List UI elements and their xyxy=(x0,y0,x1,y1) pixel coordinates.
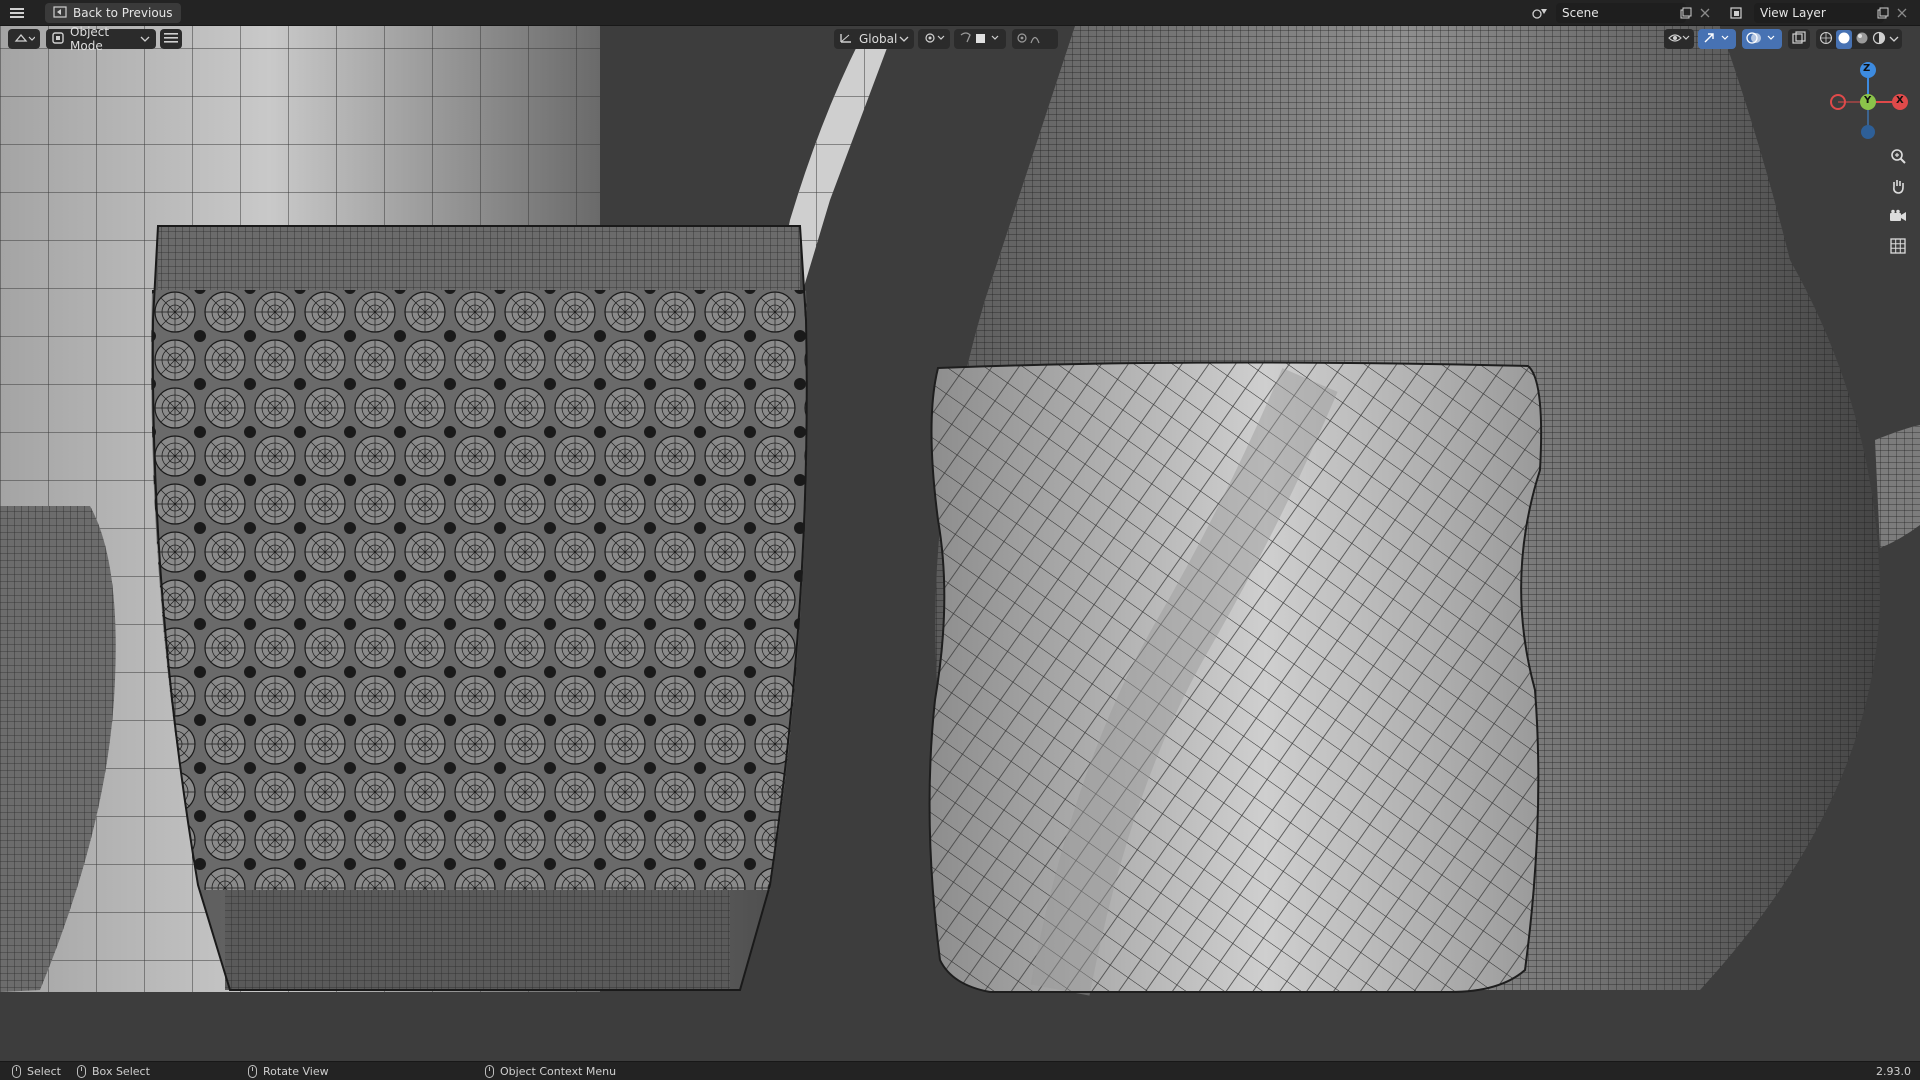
gizmo-icon xyxy=(1702,31,1732,48)
transform-icon xyxy=(839,32,853,47)
viewport-canvas xyxy=(0,26,1920,996)
proportional-editing-toggle[interactable] xyxy=(1012,29,1058,49)
gizmo-y-label: Y xyxy=(1864,95,1872,106)
scene-icon[interactable] xyxy=(1526,3,1554,23)
object-mode-dropdown[interactable]: Object Mode xyxy=(46,25,156,53)
ortho-toggle-button[interactable] xyxy=(1885,234,1911,260)
status-context-menu-label: Object Context Menu xyxy=(500,1065,617,1078)
visibility-button[interactable] xyxy=(1664,29,1694,49)
status-rotate-view-label: Rotate View xyxy=(263,1065,329,1078)
gizmo-x-label: X xyxy=(1896,95,1904,106)
chevron-down-icon xyxy=(140,32,150,46)
gizmo-neg-z[interactable] xyxy=(1861,125,1875,139)
shading-rendered-icon[interactable] xyxy=(1872,31,1886,48)
zoom-icon xyxy=(1890,148,1906,167)
menu-icon[interactable] xyxy=(6,3,28,23)
proportional-icon xyxy=(1015,31,1055,48)
status-context-menu: Object Context Menu xyxy=(485,1064,616,1079)
status-select-label: Select xyxy=(27,1065,61,1078)
view-layer-name: View Layer xyxy=(1760,6,1826,20)
camera-icon xyxy=(1889,209,1907,226)
status-bar: Select Box Select Rotate View Object Con… xyxy=(0,1061,1920,1080)
hand-icon xyxy=(1890,178,1906,197)
gizmo-z-label: Z xyxy=(1863,63,1871,74)
status-box-select-label: Box Select xyxy=(92,1065,150,1078)
status-rotate-view: Rotate View xyxy=(248,1064,329,1079)
editor-type-button[interactable] xyxy=(8,29,40,49)
view-layer-icon[interactable] xyxy=(1724,3,1752,23)
scene-name-field[interactable]: Scene xyxy=(1556,3,1686,23)
shading-solid-icon[interactable] xyxy=(1836,29,1853,49)
object-mode-label: Object Mode xyxy=(70,25,110,53)
view-layer-field[interactable]: View Layer xyxy=(1754,3,1884,23)
overlay-icon xyxy=(1746,31,1778,48)
scene-name: Scene xyxy=(1562,6,1599,20)
back-to-previous-button[interactable]: Back to Previous xyxy=(45,3,181,23)
shading-wire-icon[interactable] xyxy=(1819,31,1833,48)
status-select: Select xyxy=(12,1064,61,1079)
hamburger-icon xyxy=(164,32,178,47)
twisted-vase xyxy=(928,361,1543,996)
top-bar: Back to Previous Scene View Layer xyxy=(0,0,1920,26)
version-label: 2.93.0 xyxy=(1876,1065,1911,1078)
pivot-point-button[interactable] xyxy=(918,29,950,49)
bumpy-cup xyxy=(151,225,808,991)
camera-view-button[interactable] xyxy=(1885,204,1911,230)
eye-icon xyxy=(1668,31,1690,48)
back-label: Back to Previous xyxy=(73,6,173,20)
mouse-right-icon xyxy=(485,1065,494,1078)
snap-icon xyxy=(958,31,1002,48)
chevron-down-icon xyxy=(899,32,909,46)
shading-mode-group xyxy=(1816,29,1902,49)
mouse-left-icon xyxy=(12,1065,21,1078)
back-icon xyxy=(53,5,67,21)
mouse-drag-icon xyxy=(77,1065,86,1078)
xray-toggle[interactable] xyxy=(1788,29,1810,49)
delete-view-layer-icon[interactable] xyxy=(1891,3,1913,23)
pivot-icon xyxy=(923,31,945,48)
editor-type-icon xyxy=(13,31,36,48)
delete-scene-icon[interactable] xyxy=(1694,3,1716,23)
xray-icon xyxy=(1792,30,1806,48)
grid-icon xyxy=(1890,237,1906,257)
gizmo-toggle[interactable] xyxy=(1698,29,1736,49)
snap-toggle[interactable] xyxy=(954,29,1006,49)
header-menu-button[interactable] xyxy=(160,29,182,49)
transform-orientation-dropdown[interactable]: Global xyxy=(834,29,914,49)
mouse-middle-icon xyxy=(248,1065,257,1078)
pan-button[interactable] xyxy=(1885,174,1911,200)
zoom-button[interactable] xyxy=(1885,144,1911,170)
3d-viewport[interactable] xyxy=(0,26,1920,1061)
shading-material-icon[interactable] xyxy=(1855,31,1869,48)
status-box-select: Box Select xyxy=(77,1064,150,1079)
transform-orientation-label: Global xyxy=(859,32,898,46)
object-mode-icon xyxy=(52,31,64,47)
overlay-toggle[interactable] xyxy=(1742,29,1782,49)
chevron-down-icon[interactable] xyxy=(1889,32,1899,46)
